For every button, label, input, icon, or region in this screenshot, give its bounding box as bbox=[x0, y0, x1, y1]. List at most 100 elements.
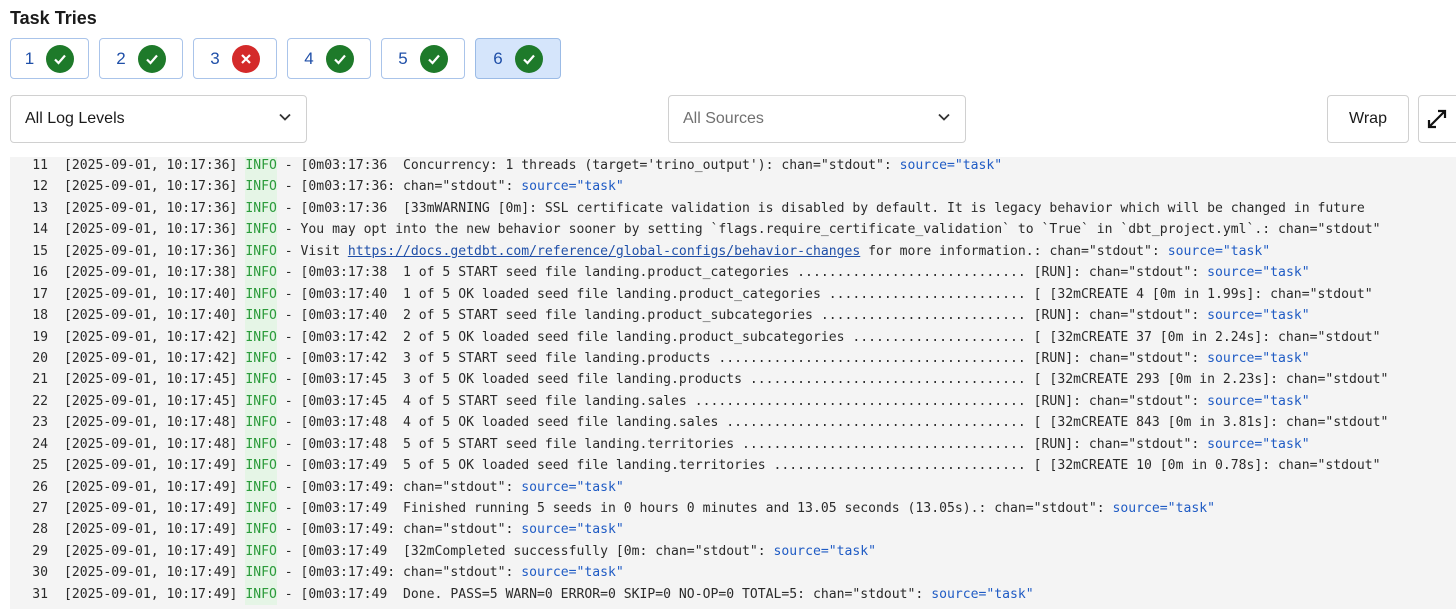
log-line: 25 [2025-09-01, 10:17:49] INFO - [0m03:17… bbox=[10, 455, 1456, 477]
line-number: 13 bbox=[32, 200, 48, 216]
log-message: [0m03:17:49: chan="stdout": bbox=[292, 522, 522, 538]
log-level-select[interactable]: All Log Levels bbox=[10, 95, 307, 143]
log-level-badge: INFO bbox=[245, 283, 277, 306]
log-level-badge: INFO bbox=[245, 157, 277, 177]
log-line: 21 [2025-09-01, 10:17:45] INFO - [0m03:17… bbox=[10, 369, 1456, 391]
check-icon bbox=[514, 44, 543, 73]
log-source: source="task" bbox=[773, 543, 877, 559]
log-level-badge: INFO bbox=[245, 562, 277, 584]
x-icon bbox=[231, 44, 260, 73]
log-link[interactable]: https://docs.getdbt.com/reference/global… bbox=[348, 241, 860, 262]
log-level-badge: INFO bbox=[245, 326, 277, 348]
line-number: 12 bbox=[32, 179, 48, 195]
separator: - bbox=[276, 179, 293, 195]
log-timestamp: [2025-09-01, 10:17:36] bbox=[64, 200, 238, 216]
log-message: [0m03:17:36: chan="stdout": bbox=[292, 179, 522, 195]
log-level-badge: INFO bbox=[245, 519, 277, 541]
task-try-button-5[interactable]: 5 bbox=[381, 38, 465, 79]
separator: - bbox=[276, 329, 293, 345]
chevron-down-icon bbox=[937, 110, 951, 129]
log-line: 31 [2025-09-01, 10:17:49] INFO - [0m03:17… bbox=[10, 583, 1456, 606]
log-line: 28 [2025-09-01, 10:17:49] INFO - [0m03:17… bbox=[10, 519, 1456, 541]
line-number: 26 bbox=[32, 479, 48, 495]
log-level-badge: INFO bbox=[245, 176, 277, 198]
log-level-badge: INFO bbox=[245, 219, 277, 241]
separator: - bbox=[276, 286, 293, 302]
log-level-badge: INFO bbox=[245, 369, 277, 391]
log-level-badge: INFO bbox=[245, 498, 277, 520]
separator: - bbox=[276, 501, 293, 516]
log-line: 29 [2025-09-01, 10:17:49] INFO - [0m03:17… bbox=[10, 540, 1456, 563]
log-source: source="task" bbox=[521, 179, 624, 195]
separator: - bbox=[276, 479, 293, 495]
log-timestamp: [2025-09-01, 10:17:45] bbox=[64, 372, 238, 388]
log-timestamp: [2025-09-01, 10:17:42] bbox=[64, 329, 238, 345]
line-number: 30 bbox=[32, 565, 48, 581]
log-timestamp: [2025-09-01, 10:17:36] bbox=[64, 222, 238, 238]
log-message: [0m03:17:36 Concurrency: 1 threads (targ… bbox=[292, 158, 900, 173]
separator: - bbox=[276, 543, 293, 559]
task-try-button-2[interactable]: 2 bbox=[99, 38, 183, 79]
log-source: source="task" bbox=[1112, 501, 1215, 516]
line-number: 17 bbox=[32, 286, 48, 302]
log-line: 13 [2025-09-01, 10:17:36] INFO - [0m03:17… bbox=[10, 197, 1456, 220]
log-viewer[interactable]: 11 [2025-09-01, 10:17:36] INFO - [0m03:17… bbox=[10, 157, 1456, 609]
task-tries-bar: 1 2 3 4 5 6 bbox=[10, 38, 561, 79]
try-number: 2 bbox=[116, 48, 126, 68]
log-message: [0m03:17:49 Finished running 5 seeds in … bbox=[292, 501, 1113, 516]
log-source: source="task" bbox=[1207, 308, 1310, 324]
try-number: 6 bbox=[493, 48, 503, 68]
sources-placeholder: All Sources bbox=[683, 110, 764, 127]
log-line: 24 [2025-09-01, 10:17:48] INFO - [0m03:17… bbox=[10, 433, 1456, 456]
line-number: 25 bbox=[32, 458, 48, 474]
log-timestamp: [2025-09-01, 10:17:48] bbox=[64, 436, 238, 452]
log-timestamp: [2025-09-01, 10:17:48] bbox=[64, 415, 238, 431]
log-message: [0m03:17:38 1 of 5 START seed file landi… bbox=[292, 265, 1208, 281]
line-number: 20 bbox=[32, 350, 48, 366]
separator: - bbox=[276, 458, 293, 474]
line-number: 18 bbox=[32, 308, 48, 324]
log-timestamp: [2025-09-01, 10:17:40] bbox=[64, 286, 238, 302]
log-message: [0m03:17:49: chan="stdout": bbox=[292, 479, 522, 495]
log-message: [0m03:17:48 4 of 5 OK loaded seed file l… bbox=[292, 415, 1389, 431]
wrap-button[interactable]: Wrap bbox=[1327, 95, 1409, 143]
log-level-badge: INFO bbox=[245, 262, 277, 284]
log-source: source="task" bbox=[899, 158, 1003, 173]
log-level-badge: INFO bbox=[245, 412, 277, 434]
log-timestamp: [2025-09-01, 10:17:49] bbox=[64, 479, 238, 495]
separator: - bbox=[276, 265, 293, 281]
separator: - bbox=[276, 308, 293, 324]
log-source: source="task" bbox=[521, 479, 624, 495]
separator: - bbox=[276, 436, 293, 452]
separator: - bbox=[276, 372, 293, 388]
log-message: [0m03:17:49 5 of 5 OK loaded seed file l… bbox=[292, 458, 1381, 474]
log-level-badge: INFO bbox=[245, 583, 277, 606]
task-try-button-4[interactable]: 4 bbox=[287, 38, 371, 79]
log-timestamp: [2025-09-01, 10:17:45] bbox=[64, 393, 238, 409]
log-timestamp: [2025-09-01, 10:17:36] bbox=[64, 243, 238, 259]
log-level-badge: INFO bbox=[245, 240, 277, 263]
task-try-button-3[interactable]: 3 bbox=[193, 38, 277, 79]
log-message: [0m03:17:36 [33mWARNING [0m]: SSL certif… bbox=[292, 200, 1365, 216]
task-try-button-6[interactable]: 6 bbox=[475, 38, 561, 79]
log-timestamp: [2025-09-01, 10:17:49] bbox=[64, 501, 238, 516]
separator: - bbox=[276, 393, 293, 409]
log-message: [0m03:17:42 2 of 5 OK loaded seed file l… bbox=[292, 329, 1381, 345]
log-level-badge: INFO bbox=[245, 197, 277, 220]
try-number: 4 bbox=[304, 48, 314, 68]
log-timestamp: [2025-09-01, 10:17:38] bbox=[64, 265, 238, 281]
task-try-button-1[interactable]: 1 bbox=[10, 38, 89, 79]
try-number: 1 bbox=[24, 48, 35, 68]
line-number: 16 bbox=[32, 265, 48, 281]
separator: - bbox=[276, 415, 293, 431]
log-level-badge: INFO bbox=[245, 390, 277, 413]
log-message: You may opt into the new behavior sooner… bbox=[292, 222, 1381, 238]
check-icon bbox=[325, 44, 354, 73]
sources-select[interactable]: All Sources bbox=[668, 95, 966, 143]
log-timestamp: [2025-09-01, 10:17:40] bbox=[64, 308, 238, 324]
log-source: source="task" bbox=[931, 586, 1034, 602]
log-level-badge: INFO bbox=[245, 347, 277, 370]
log-source: source="task" bbox=[521, 522, 624, 538]
expand-icon bbox=[1426, 108, 1448, 130]
fullscreen-button[interactable] bbox=[1418, 95, 1456, 143]
